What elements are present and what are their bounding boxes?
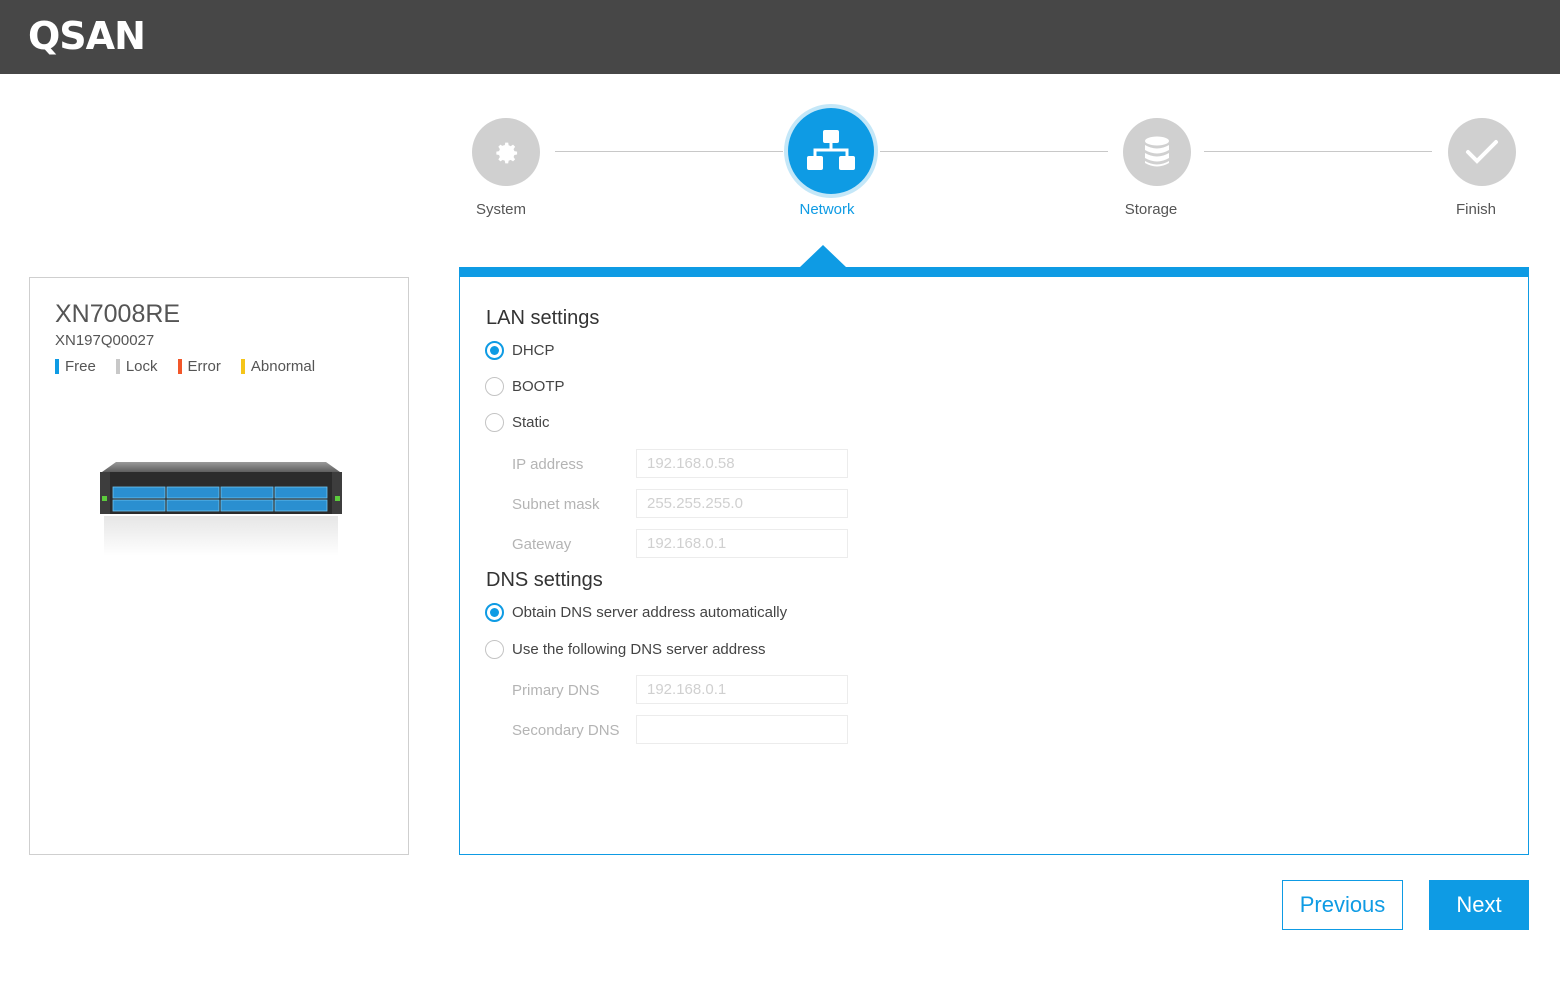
ip-address-field[interactable]: [636, 449, 848, 478]
legend-swatch: [240, 359, 245, 374]
radio-button[interactable]: [485, 377, 504, 396]
dns-settings-title: DNS settings: [486, 569, 603, 591]
qsan-logo: QSAN: [28, 14, 146, 58]
legend-label: Abnormal: [250, 358, 316, 375]
radio-button[interactable]: [485, 603, 504, 622]
device-card: XN7008RE XN197Q00027 Free Lock Error Abn…: [29, 277, 409, 855]
step-storage: [1123, 118, 1191, 186]
network-settings-panel: LAN settings DHCP BOOTP Static IP addres…: [459, 277, 1529, 855]
legend-lock: Lock: [115, 358, 158, 375]
network-icon: [807, 130, 855, 170]
step-label-network: Network: [799, 201, 855, 218]
radio-label: Use the following DNS server address: [512, 641, 766, 658]
active-step-pointer: [799, 245, 847, 268]
next-button[interactable]: Next: [1429, 880, 1529, 930]
radio-static[interactable]: Static: [485, 413, 550, 432]
radio-dhcp[interactable]: DHCP: [485, 341, 555, 360]
subnet-mask-field[interactable]: [636, 489, 848, 518]
legend-free: Free: [55, 358, 96, 375]
step-system: [472, 118, 540, 186]
radio-label: Static: [512, 414, 550, 431]
step-finish: [1448, 118, 1516, 186]
primary-dns-field[interactable]: [636, 675, 848, 704]
previous-button[interactable]: Previous: [1282, 880, 1403, 930]
secondary-dns-field[interactable]: [636, 715, 848, 744]
step-label-storage: Storage: [1124, 201, 1178, 218]
radio-button[interactable]: [485, 413, 504, 432]
top-bar: QSAN: [0, 0, 1560, 74]
radio-bootp[interactable]: BOOTP: [485, 377, 565, 396]
disk-status-legend: Free Lock Error Abnormal: [55, 358, 315, 375]
step-label-finish: Finish: [1455, 201, 1496, 218]
gateway-label: Gateway: [512, 536, 572, 553]
gear-icon: [496, 142, 518, 164]
radio-dns-auto[interactable]: Obtain DNS server address automatically: [485, 603, 787, 622]
radio-button[interactable]: [485, 640, 504, 659]
legend-error: Error: [177, 358, 221, 375]
radio-button[interactable]: [485, 341, 504, 360]
gateway-field[interactable]: [636, 529, 848, 558]
step-connector: [555, 151, 783, 152]
lan-settings-title: LAN settings: [486, 307, 600, 329]
radio-dns-manual[interactable]: Use the following DNS server address: [485, 640, 765, 659]
radio-label: DHCP: [512, 342, 555, 359]
device-serial: XN197Q00027: [55, 332, 155, 349]
step-connector: [1204, 151, 1432, 152]
radio-label: BOOTP: [512, 378, 565, 395]
subnet-mask-label: Subnet mask: [512, 496, 600, 513]
device-model: XN7008RE: [55, 300, 181, 328]
device-image: [100, 462, 342, 556]
check-icon: [1466, 140, 1498, 164]
legend-abnormal: Abnormal: [240, 358, 316, 375]
secondary-dns-label: Secondary DNS: [512, 722, 620, 739]
legend-swatch: [115, 359, 120, 374]
radio-label: Obtain DNS server address automatically: [512, 604, 788, 621]
database-icon: [1145, 136, 1169, 167]
legend-label: Free: [65, 358, 96, 375]
legend-swatch: [177, 359, 182, 374]
legend-swatch: [55, 359, 59, 374]
step-connector: [880, 151, 1108, 152]
legend-label: Lock: [125, 358, 158, 375]
primary-dns-label: Primary DNS: [512, 682, 600, 699]
step-label-system: System: [475, 201, 526, 218]
legend-label: Error: [187, 358, 221, 375]
ip-address-label: IP address: [512, 456, 584, 473]
step-network: [788, 108, 874, 194]
